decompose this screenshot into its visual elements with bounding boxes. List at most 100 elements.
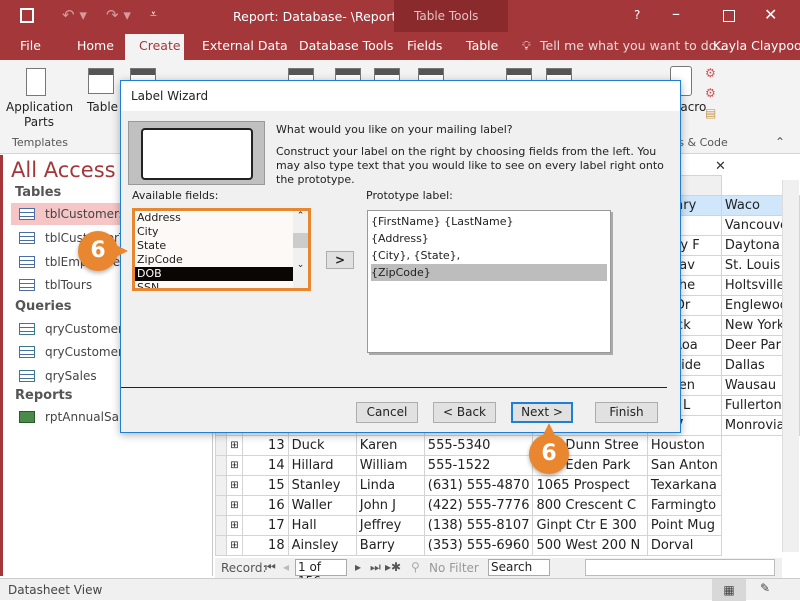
row-selector[interactable] bbox=[214, 475, 228, 496]
tab-home[interactable]: Home bbox=[77, 38, 114, 53]
table-cell[interactable]: (422) 555-7776 bbox=[423, 495, 534, 516]
expand-icon[interactable]: ⊞ bbox=[226, 495, 243, 516]
table-row[interactable]: ⊞ 14 Hillard William 555-1522 625 Eden Park Sa… bbox=[214, 455, 800, 476]
tab-table[interactable]: Table bbox=[466, 38, 498, 53]
close-object-icon[interactable]: ✕ bbox=[715, 159, 726, 174]
row-selector[interactable] bbox=[214, 455, 228, 476]
tab-database-tools[interactable]: Database Tools bbox=[299, 38, 393, 53]
tab-external-data[interactable]: External Data bbox=[202, 38, 288, 53]
table-cell[interactable]: (353) 555-6960 bbox=[423, 535, 534, 556]
available-field-item[interactable]: DOB bbox=[135, 267, 293, 281]
table-row[interactable]: ⊞ 17 Hall Jeffrey (138) 555-8107 Ginpt Ctr E … bbox=[214, 515, 800, 536]
save-icon[interactable] bbox=[20, 8, 34, 23]
module-icon[interactable]: ⚙ bbox=[705, 66, 716, 80]
table-cell[interactable]: Point Mug bbox=[646, 515, 722, 536]
row-selector[interactable] bbox=[214, 535, 228, 556]
prototype-line[interactable]: {ZipCode} bbox=[371, 264, 607, 281]
table-cell[interactable]: 14 bbox=[241, 455, 289, 476]
table-cell[interactable]: Hillard bbox=[287, 455, 357, 476]
no-filter-button[interactable]: No Filter bbox=[429, 561, 479, 575]
search-input[interactable]: Search bbox=[488, 559, 550, 576]
expand-icon[interactable]: ⊞ bbox=[226, 515, 243, 536]
available-field-item[interactable]: City bbox=[135, 225, 293, 239]
table-cell[interactable]: Jeffrey bbox=[355, 515, 425, 536]
class-module-icon[interactable]: ⚙ bbox=[705, 86, 716, 100]
next-record-button[interactable]: ▸ bbox=[355, 560, 361, 574]
row-selector[interactable] bbox=[214, 495, 228, 516]
table-cell[interactable]: Houston bbox=[646, 435, 722, 456]
table-cell[interactable]: 16 bbox=[241, 495, 289, 516]
expand-icon[interactable]: ⊞ bbox=[226, 455, 243, 476]
customize-qat-icon[interactable]: ⩡ bbox=[150, 7, 157, 22]
record-position-input[interactable]: 1 of 156 bbox=[295, 559, 347, 588]
prototype-label-editor[interactable]: {FirstName} {LastName} {Address} {City}, {… bbox=[367, 210, 611, 353]
table-cell[interactable]: 17 bbox=[241, 515, 289, 536]
maximize-button[interactable] bbox=[723, 10, 735, 22]
next-button[interactable]: Next > bbox=[511, 402, 573, 423]
nav-section-queries[interactable]: Queries bbox=[15, 299, 72, 314]
available-field-item[interactable]: SSN bbox=[135, 281, 293, 288]
table-cell[interactable]: 1065 Prospect bbox=[532, 475, 648, 496]
table-cell[interactable]: 13 bbox=[241, 435, 289, 456]
table-row[interactable]: ⊞ 15 Stanley Linda (631) 555-4870 1065 Prospe… bbox=[214, 475, 800, 496]
previous-record-button[interactable]: ◂ bbox=[283, 560, 289, 574]
expand-icon[interactable]: ⊞ bbox=[226, 475, 243, 496]
finish-button[interactable]: Finish bbox=[595, 402, 658, 423]
table-cell[interactable]: William bbox=[355, 455, 425, 476]
expand-icon[interactable]: ⊞ bbox=[226, 435, 243, 456]
table-cell[interactable]: 555-1522 bbox=[423, 455, 534, 476]
available-fields-list[interactable]: Address City State ZipCode DOB SSN ⌃ ⌄ bbox=[132, 208, 311, 291]
first-record-button[interactable]: ⏮ bbox=[265, 560, 276, 575]
nav-section-reports[interactable]: Reports bbox=[15, 388, 72, 403]
table-cell[interactable]: Duck bbox=[287, 435, 357, 456]
table-cell[interactable]: 800 Crescent C bbox=[532, 495, 648, 516]
available-field-item[interactable]: State bbox=[135, 239, 293, 253]
row-selector[interactable] bbox=[214, 515, 228, 536]
vertical-scrollbar[interactable] bbox=[782, 180, 799, 552]
tell-me-input[interactable]: Tell me what you want to do... bbox=[540, 38, 728, 53]
table-cell[interactable]: (631) 555-4870 bbox=[423, 475, 534, 496]
collapse-ribbon-icon[interactable]: ⌃ bbox=[775, 135, 785, 149]
table-button[interactable]: Table bbox=[87, 100, 118, 114]
prototype-line[interactable]: {City}, {State}, bbox=[371, 247, 607, 264]
table-row[interactable]: ⊞ 16 Waller John J (422) 555-7776 800 Crescen… bbox=[214, 495, 800, 516]
prototype-line[interactable]: {Address} bbox=[371, 230, 607, 247]
available-field-item[interactable]: Address bbox=[135, 211, 293, 225]
visual-basic-icon[interactable]: ▤ bbox=[705, 106, 716, 120]
table-cell[interactable]: John J bbox=[355, 495, 425, 516]
available-field-item[interactable]: ZipCode bbox=[135, 253, 293, 267]
tab-file[interactable]: File bbox=[20, 38, 41, 53]
application-parts-button[interactable]: Application Parts bbox=[6, 100, 73, 130]
last-record-button[interactable]: ⏭ bbox=[370, 560, 381, 575]
table-cell[interactable]: 555-5340 bbox=[423, 435, 534, 456]
table-cell[interactable]: Farmingto bbox=[646, 495, 722, 516]
undo-icon[interactable]: ↶ ▾ bbox=[62, 6, 87, 24]
close-button[interactable]: ✕ bbox=[764, 5, 777, 24]
prototype-line[interactable]: {FirstName} {LastName} bbox=[371, 213, 607, 230]
user-name[interactable]: Kayla Claypool bbox=[713, 38, 800, 53]
redo-icon[interactable]: ↷ ▾ bbox=[106, 6, 131, 24]
table-cell[interactable]: Ainsley bbox=[287, 535, 357, 556]
minimize-button[interactable]: – bbox=[672, 4, 680, 23]
table-cell[interactable]: Hall bbox=[287, 515, 357, 536]
tab-fields[interactable]: Fields bbox=[407, 38, 442, 53]
table-cell[interactable]: 500 West 200 N bbox=[532, 535, 648, 556]
table-cell[interactable]: (138) 555-8107 bbox=[423, 515, 534, 536]
table-cell[interactable]: Stanley bbox=[287, 475, 357, 496]
help-button[interactable]: ? bbox=[634, 8, 640, 22]
horizontal-scrollbar[interactable] bbox=[585, 559, 775, 576]
table-cell[interactable]: 15 bbox=[241, 475, 289, 496]
cancel-button[interactable]: Cancel bbox=[356, 402, 418, 423]
table-cell[interactable]: San Anton bbox=[646, 455, 722, 476]
design-view-button[interactable]: ✎ bbox=[760, 581, 770, 595]
table-cell[interactable]: 18 bbox=[241, 535, 289, 556]
new-record-button[interactable]: ▸✱ bbox=[385, 560, 401, 574]
row-selector[interactable] bbox=[214, 435, 228, 456]
back-button[interactable]: < Back bbox=[433, 402, 496, 423]
table-cell[interactable]: Karen bbox=[355, 435, 425, 456]
nav-section-tables[interactable]: Tables bbox=[15, 185, 61, 200]
table-cell[interactable]: Linda bbox=[355, 475, 425, 496]
table-row[interactable]: ⊞ 18 Ainsley Barry (353) 555-6960 500 West 20… bbox=[214, 535, 800, 556]
table-row[interactable]: ⊞ 13 Duck Karen 555-5340 700 Dunn Stree Housto… bbox=[214, 435, 800, 456]
datasheet-view-button[interactable]: ▦ bbox=[712, 579, 746, 601]
